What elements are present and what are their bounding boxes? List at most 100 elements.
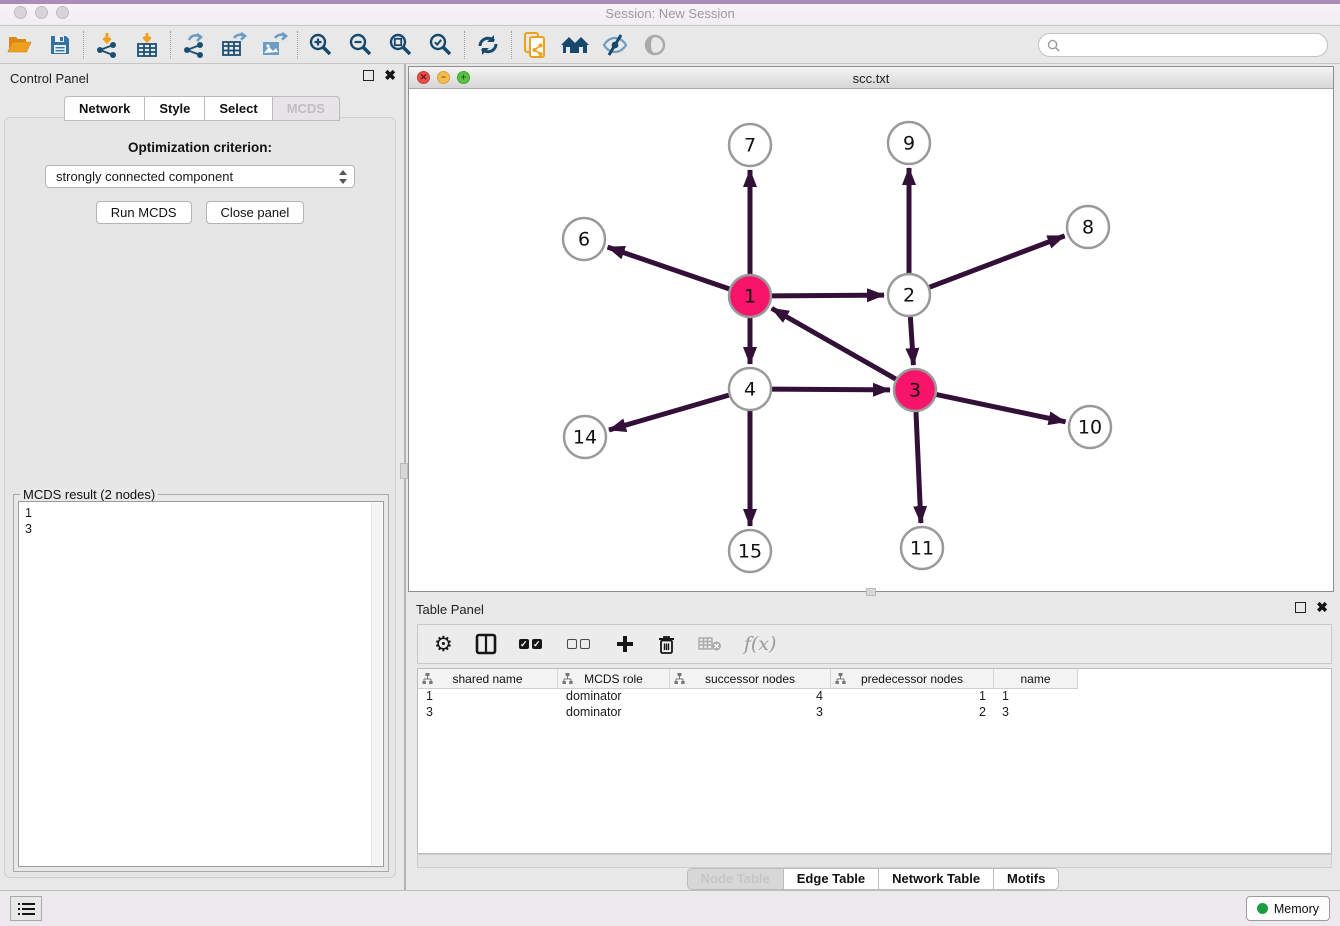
criterion-select[interactable]: strongly connected component <box>45 165 355 188</box>
main-toolbar <box>0 26 1340 64</box>
tab-node-table[interactable]: Node Table <box>687 868 783 890</box>
table-cell[interactable]: 1 <box>418 689 558 705</box>
clone-network-icon[interactable] <box>515 29 555 61</box>
tab-mcds[interactable]: MCDS <box>272 96 340 121</box>
float-panel-icon[interactable] <box>363 70 374 81</box>
table-row[interactable]: 1dominator411 <box>418 689 1331 705</box>
network-canvas[interactable]: 7968124314101511 <box>410 89 1332 590</box>
table-cell[interactable]: 3 <box>670 705 831 721</box>
select-all-icon[interactable]: ✓✓ <box>519 630 545 658</box>
run-mcds-button[interactable]: Run MCDS <box>96 201 192 224</box>
toolbar-separator <box>170 31 171 59</box>
column-header-predecessor-nodes[interactable]: predecessor nodes <box>831 669 994 689</box>
table-hscrollbar[interactable] <box>417 854 1332 868</box>
table-cell[interactable]: 2 <box>831 705 994 721</box>
export-image-icon[interactable] <box>254 29 294 61</box>
add-column-icon[interactable] <box>615 630 635 658</box>
network-view-frame: ✕ − + scc.txt 7968124314101511 <box>408 66 1334 592</box>
first-neighbors-icon[interactable] <box>468 29 508 61</box>
table-cell[interactable]: dominator <box>558 705 670 721</box>
float-table-panel-icon[interactable] <box>1295 602 1306 613</box>
table-cell[interactable]: 3 <box>994 705 1078 721</box>
edge-3-11[interactable] <box>916 412 921 523</box>
toolbar-separator <box>83 31 84 59</box>
list-icon <box>18 902 35 916</box>
tab-style[interactable]: Style <box>144 96 204 121</box>
control-panel: Control Panel ✖ NetworkStyleSelectMCDS O… <box>0 64 404 890</box>
tab-motifs[interactable]: Motifs <box>993 868 1059 890</box>
node-label-1: 1 <box>744 286 756 308</box>
column-header-successor-nodes[interactable]: successor nodes <box>670 669 831 689</box>
result-line: 1 <box>25 505 383 521</box>
delete-column-icon[interactable] <box>657 630 676 658</box>
gear-icon[interactable]: ⚙ <box>434 630 453 658</box>
edge-1-6[interactable] <box>608 247 730 289</box>
hide-graphics-icon[interactable] <box>595 29 635 61</box>
mcds-result-list[interactable]: 13 <box>18 501 384 867</box>
save-session-icon[interactable] <box>40 29 80 61</box>
edge-3-1[interactable] <box>772 308 896 379</box>
zoom-fit-icon[interactable] <box>381 29 421 61</box>
column-header-MCDS-role[interactable]: MCDS role <box>558 669 670 689</box>
function-builder-icon: f(x) <box>744 630 777 658</box>
close-panel-button[interactable]: Close panel <box>206 201 305 224</box>
export-network-icon[interactable] <box>174 29 214 61</box>
memory-label: Memory <box>1274 902 1319 916</box>
zoom-selected-icon[interactable] <box>421 29 461 61</box>
edge-1-2[interactable] <box>772 295 884 296</box>
edge-2-3[interactable] <box>910 317 913 365</box>
deselect-all-icon[interactable] <box>567 630 593 658</box>
task-history-button[interactable] <box>10 896 42 921</box>
table-cell[interactable]: dominator <box>558 689 670 705</box>
mcds-result-group: MCDS result (2 nodes) 13 <box>13 494 389 872</box>
node-label-14: 14 <box>573 427 597 449</box>
search-input[interactable] <box>1065 38 1327 52</box>
column-header-name[interactable]: name <box>994 669 1078 689</box>
close-table-panel-icon[interactable]: ✖ <box>1316 602 1328 613</box>
toolbar-separator <box>297 31 298 59</box>
import-table-icon[interactable] <box>127 29 167 61</box>
tab-network[interactable]: Network <box>64 96 144 121</box>
table-cell[interactable]: 3 <box>418 705 558 721</box>
table-panel-title: Table Panel <box>416 602 484 617</box>
close-panel-icon[interactable]: ✖ <box>384 70 396 81</box>
node-table[interactable]: shared nameMCDS rolesuccessor nodesprede… <box>417 668 1332 854</box>
node-label-6: 6 <box>578 229 590 251</box>
edge-4-14[interactable] <box>609 395 729 430</box>
tab-network-table[interactable]: Network Table <box>878 868 993 890</box>
open-file-icon[interactable] <box>0 29 40 61</box>
edge-4-3[interactable] <box>772 389 890 390</box>
network-graph[interactable]: 7968124314101511 <box>410 89 1332 590</box>
window-titlebar: Session: New Session <box>0 0 1340 26</box>
select-stepper-icon <box>338 169 348 185</box>
table-cell[interactable]: 4 <box>670 689 831 705</box>
export-table-icon[interactable] <box>214 29 254 61</box>
network-frame-titlebar[interactable]: ✕ − + scc.txt <box>409 67 1333 89</box>
zoom-out-icon[interactable] <box>341 29 381 61</box>
search-icon <box>1047 39 1060 52</box>
edge-2-8[interactable] <box>930 236 1065 287</box>
column-header-shared-name[interactable]: shared name <box>418 669 558 689</box>
home-icon[interactable] <box>555 29 595 61</box>
table-header-row: shared nameMCDS rolesuccessor nodesprede… <box>418 669 1331 689</box>
split-columns-icon[interactable] <box>475 630 497 658</box>
result-line: 3 <box>25 521 383 537</box>
criterion-selected-value: strongly connected component <box>56 169 338 184</box>
node-label-15: 15 <box>738 541 762 563</box>
table-cell[interactable]: 1 <box>831 689 994 705</box>
table-row[interactable]: 3dominator323 <box>418 705 1331 721</box>
search-box[interactable] <box>1038 33 1328 57</box>
tab-edge-table[interactable]: Edge Table <box>783 868 878 890</box>
tab-select[interactable]: Select <box>204 96 271 121</box>
edge-3-10[interactable] <box>937 395 1066 422</box>
window-title: Session: New Session <box>0 6 1340 21</box>
zoom-in-icon[interactable] <box>301 29 341 61</box>
show-graphics-icon <box>635 29 675 61</box>
result-scrollbar[interactable] <box>371 503 382 865</box>
toolbar-separator <box>464 31 465 59</box>
memory-button[interactable]: Memory <box>1246 896 1330 921</box>
table-cell[interactable]: 1 <box>994 689 1078 705</box>
import-network-icon[interactable] <box>87 29 127 61</box>
toolbar-separator <box>511 31 512 59</box>
table-toolbar: ⚙ ✓✓ <box>417 624 1332 664</box>
